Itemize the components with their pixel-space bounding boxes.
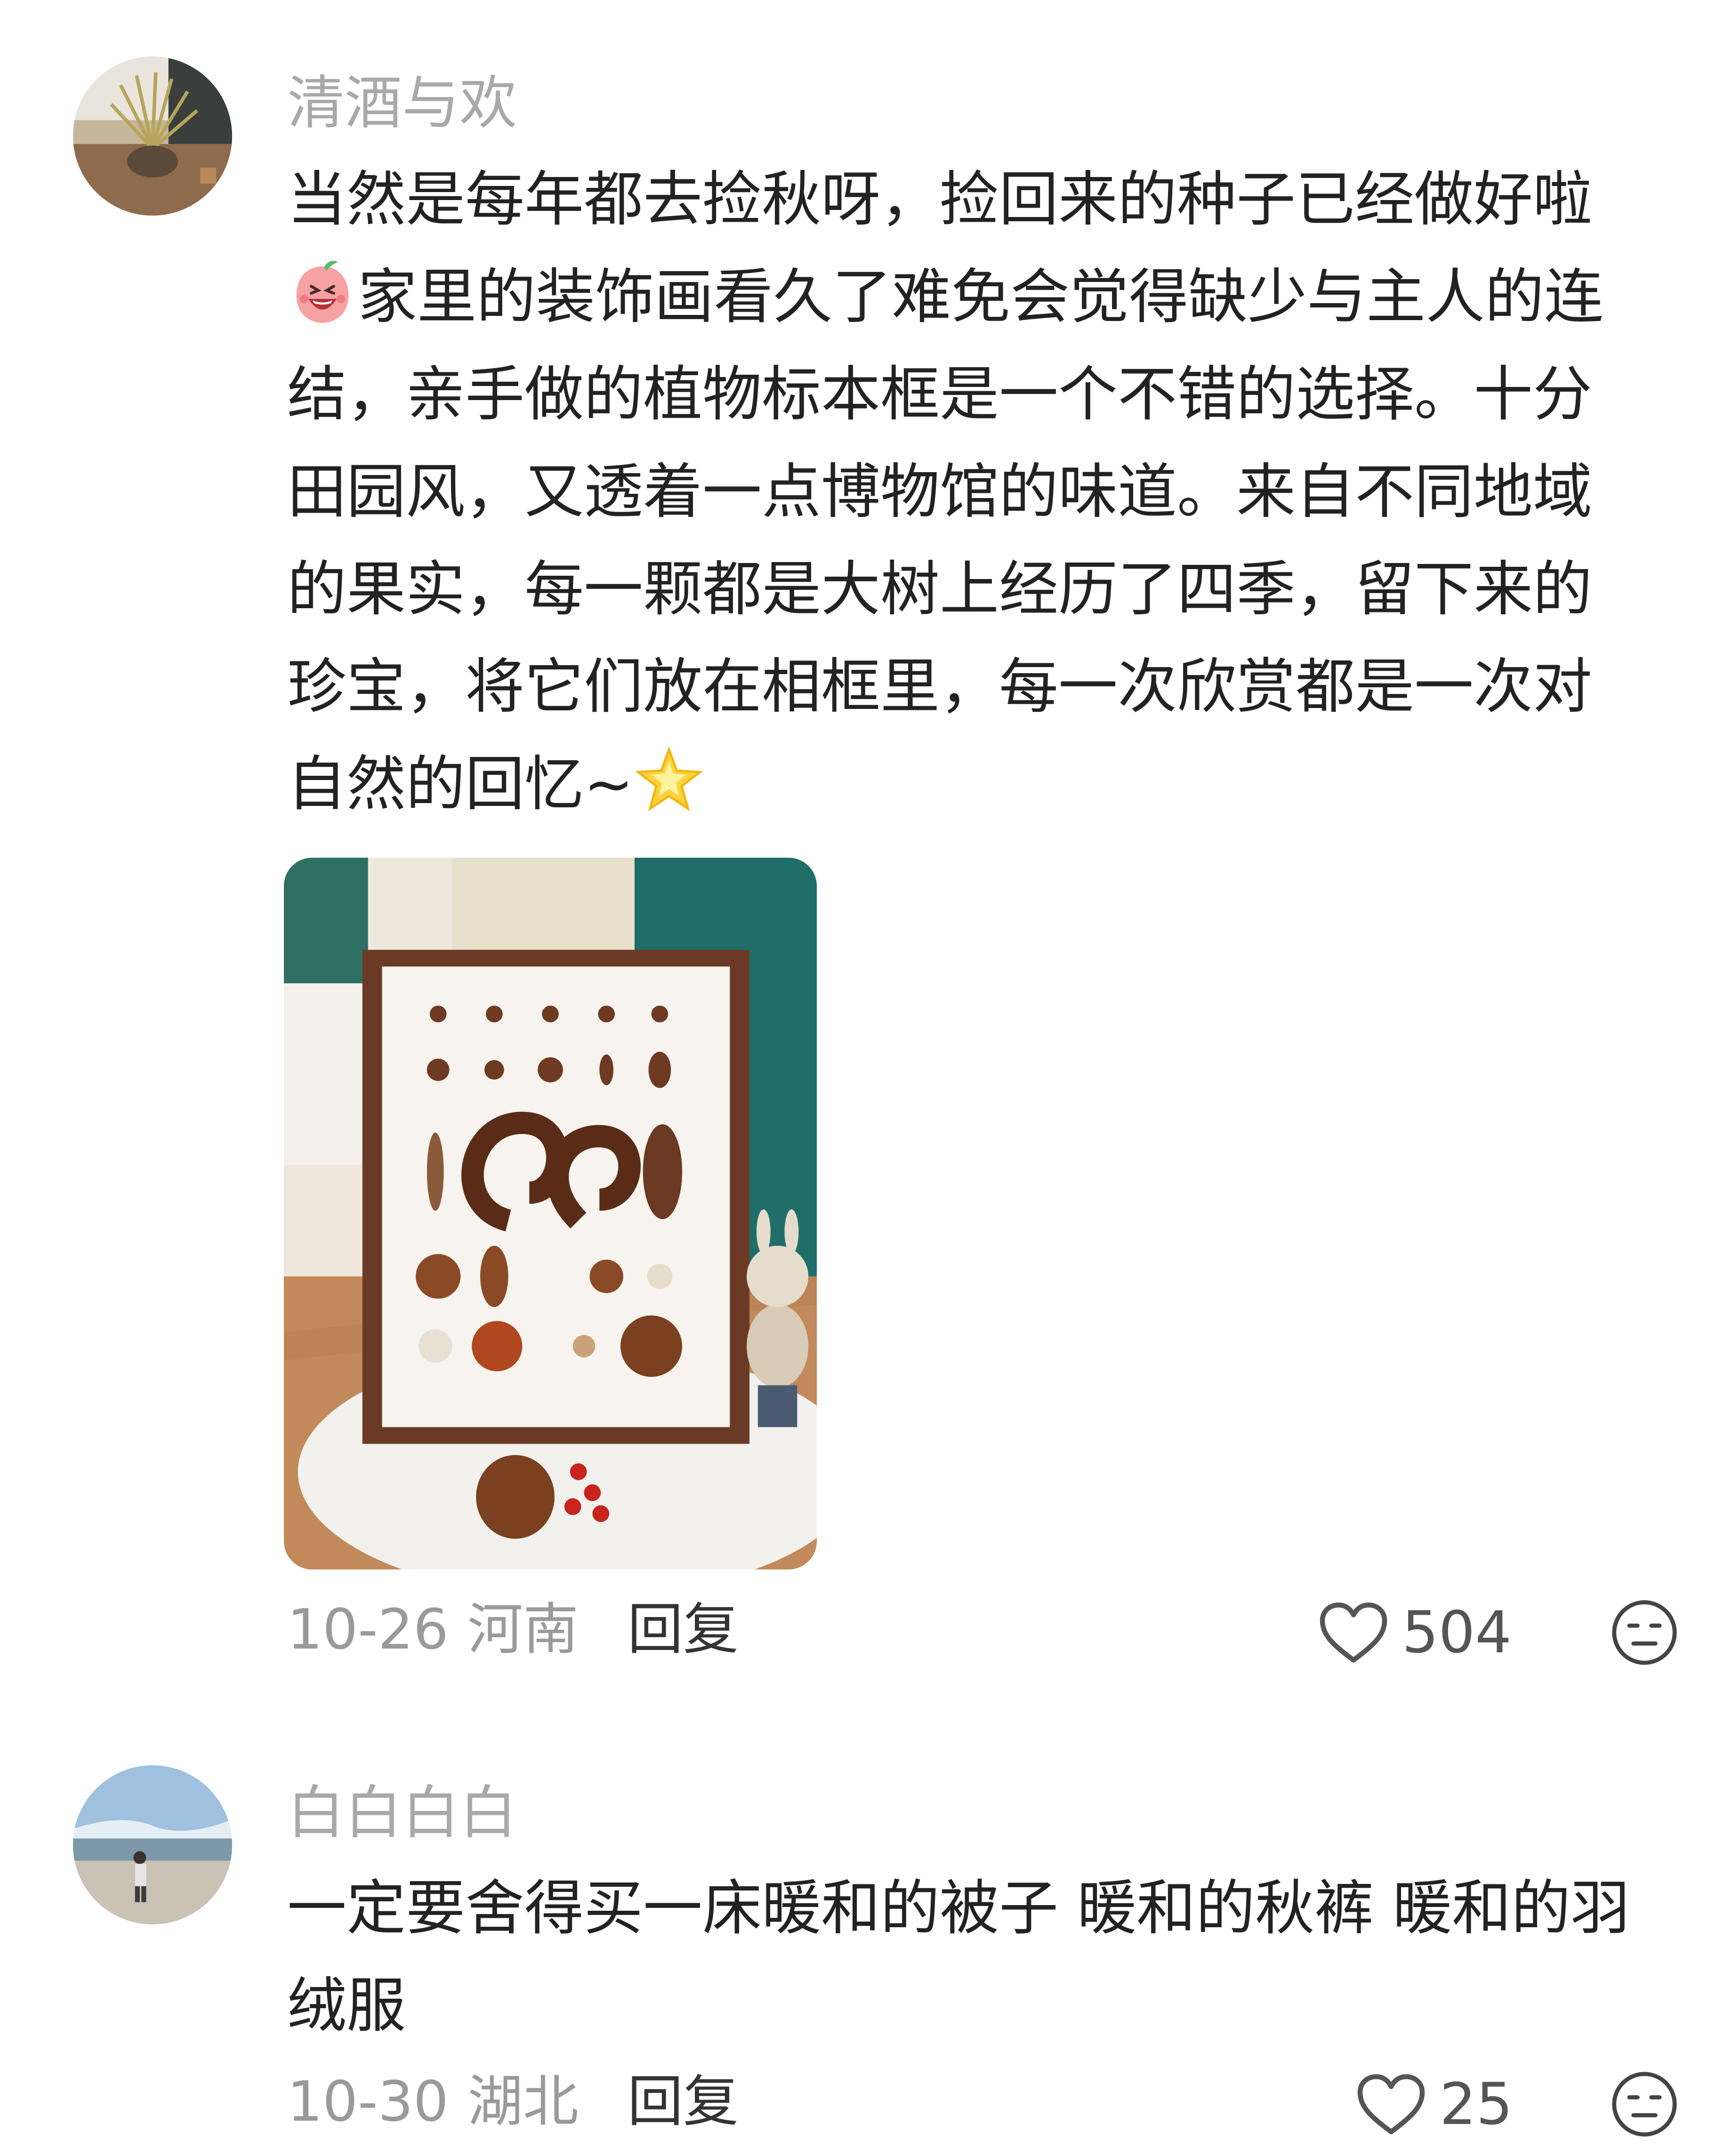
- comment-location: 湖北: [467, 2069, 579, 2134]
- user-avatar[interactable]: [73, 1765, 232, 1924]
- comment-line: 绒服: [287, 1971, 406, 2040]
- comment-meta: 10-26 河南 回复: [287, 1601, 739, 1657]
- comment-date: 10-26: [287, 1597, 449, 1662]
- comment-line: 当然是每年都去捡秋呀，捡回来的种子已经做好啦: [287, 165, 1592, 234]
- comment-line: 家里的装饰画看久了难免会觉得缺少与主人的连: [358, 262, 1603, 331]
- like-count: 504: [1402, 1599, 1512, 1666]
- comment-text: 一定要舍得买一床暖和的被子 暖和的秋裤 暖和的羽 绒服: [287, 1859, 1681, 2054]
- like-button[interactable]: 25: [1356, 2071, 1513, 2137]
- comment-location: 河南: [467, 1597, 579, 1662]
- username[interactable]: 白白白白: [287, 1784, 517, 1842]
- dislike-button[interactable]: [1610, 1598, 1679, 1667]
- like-count: 25: [1440, 2071, 1513, 2138]
- comment-line: 自然的回忆~: [287, 749, 634, 819]
- like-button[interactable]: 504: [1318, 1600, 1512, 1665]
- comment-line: 一定要舍得买一床暖和的被子 暖和的秋裤 暖和的羽: [287, 1874, 1630, 1943]
- comment-date: 10-30: [287, 2069, 449, 2134]
- comment-line: 结，亲手做的植物标本框是一个不错的选择。十分: [287, 360, 1592, 429]
- beach-person-avatar-icon: [73, 1765, 232, 1924]
- dislike-button[interactable]: [1610, 2070, 1679, 2139]
- reply-button[interactable]: 回复: [628, 2074, 739, 2129]
- comment-line: 田园风，又透着一点博物馆的味道。来自不同地域: [287, 457, 1592, 526]
- username[interactable]: 清酒与欢: [287, 74, 517, 132]
- sparkle-star-emoji-icon: [634, 745, 704, 816]
- unhappy-face-icon: [1612, 2072, 1677, 2137]
- wheat-plant-avatar-icon: [73, 56, 232, 216]
- comment-line: 的果实，每一颗都是大树上经历了四季，留下来的: [287, 555, 1592, 624]
- seed-specimen-frame-photo-icon: [284, 858, 817, 1569]
- heart-outline-icon: [1318, 1600, 1389, 1665]
- comment-image[interactable]: [284, 858, 817, 1569]
- laughing-peach-emoji-icon: [287, 258, 358, 329]
- comment-text: 当然是每年都去捡秋呀，捡回来的种子已经做好啦 家里的装饰画看久了难免会觉得缺少与…: [287, 151, 1681, 833]
- heart-outline-icon: [1356, 2071, 1426, 2137]
- unhappy-face-icon: [1612, 1600, 1677, 1665]
- user-avatar[interactable]: [73, 56, 232, 216]
- comment-line: 珍宝，将它们放在相框里，每一次欣赏都是一次对: [287, 652, 1592, 721]
- reply-button[interactable]: 回复: [628, 1601, 739, 1657]
- comment-meta: 10-30 湖北 回复: [287, 2074, 739, 2129]
